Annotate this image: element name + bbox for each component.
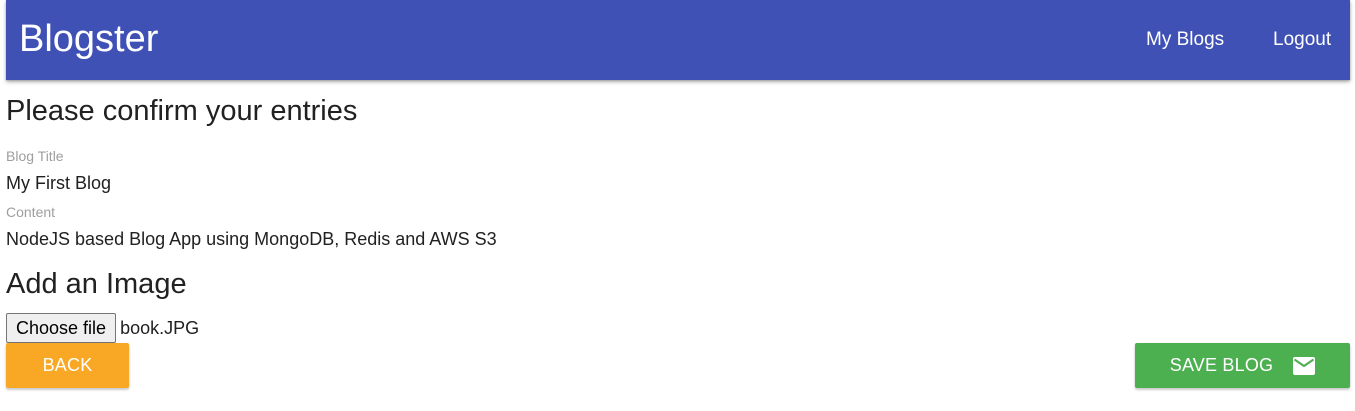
back-button[interactable]: BACK — [6, 343, 129, 388]
nav-my-blogs-link[interactable]: My Blogs — [1146, 27, 1224, 53]
blog-title-value: My First Blog — [6, 173, 112, 193]
file-input: Choose file book.JPG — [6, 313, 199, 343]
brand-logo[interactable]: Blogster — [19, 16, 158, 62]
confirm-heading: Please confirm your entries — [6, 95, 358, 127]
save-blog-button[interactable]: SAVE BLOG — [1135, 343, 1350, 388]
selected-file-name: book.JPG — [120, 318, 200, 338]
back-button-label: BACK — [42, 355, 93, 375]
save-blog-button-label: SAVE BLOG — [1169, 355, 1274, 375]
choose-file-button[interactable]: Choose file — [6, 313, 117, 343]
content-value: NodeJS based Blog App using MongoDB, Red… — [6, 229, 497, 249]
add-image-heading: Add an Image — [6, 268, 187, 300]
top-navbar: Blogster My Blogs Logout — [6, 0, 1350, 80]
mail-icon — [1293, 356, 1316, 375]
content-label: Content — [6, 204, 56, 220]
nav-logout-link[interactable]: Logout — [1273, 27, 1331, 53]
blog-title-label: Blog Title — [6, 148, 64, 164]
